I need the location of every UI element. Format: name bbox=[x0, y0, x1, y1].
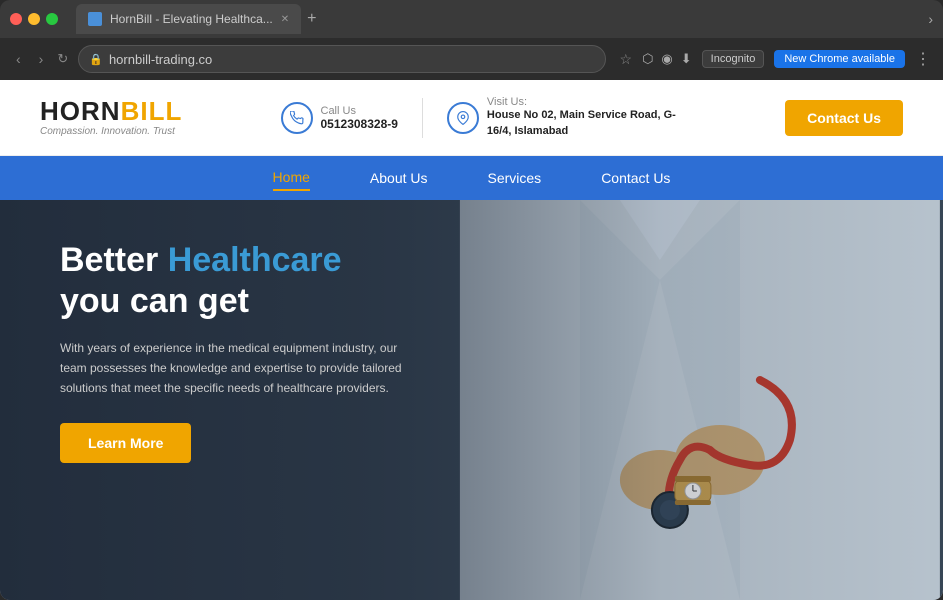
minimize-traffic-light[interactable] bbox=[28, 13, 40, 25]
refresh-button[interactable]: ↻ bbox=[57, 51, 68, 67]
window-control-chevron: › bbox=[928, 11, 933, 27]
contact-divider bbox=[422, 98, 423, 138]
incognito-badge: Incognito bbox=[702, 50, 765, 68]
tab-title: HornBill - Elevating Healthca... bbox=[110, 12, 273, 26]
nav-services[interactable]: Services bbox=[488, 166, 542, 190]
traffic-lights bbox=[10, 13, 58, 25]
hero-title-line2: you can get bbox=[60, 281, 440, 322]
extensions-icon[interactable]: ⬡ bbox=[642, 51, 653, 67]
back-button[interactable]: ‹ bbox=[12, 49, 25, 69]
site-header: HORNBILL Compassion. Innovation. Trust C… bbox=[0, 80, 943, 156]
visit-us-text: Visit Us: House No 02, Main Service Road… bbox=[487, 96, 687, 139]
nav-home[interactable]: Home bbox=[273, 165, 310, 191]
new-tab-button[interactable]: + bbox=[307, 10, 316, 28]
logo: HORNBILL bbox=[40, 98, 182, 124]
browser-menu-btn[interactable]: ⋮ bbox=[915, 49, 931, 69]
logo-tagline: Compassion. Innovation. Trust bbox=[40, 126, 182, 137]
hero-content: Better Healthcare you can get With years… bbox=[0, 200, 500, 503]
nav-contact[interactable]: Contact Us bbox=[601, 166, 670, 190]
browser-frame: HornBill - Elevating Healthca... ✕ + › ‹… bbox=[0, 0, 943, 600]
phone-icon bbox=[290, 111, 304, 125]
call-us-phone: 0512308328-9 bbox=[321, 117, 398, 131]
profile-icon[interactable]: ◉ bbox=[661, 51, 672, 67]
location-icon-circle bbox=[447, 102, 479, 134]
learn-more-button[interactable]: Learn More bbox=[60, 423, 191, 463]
visit-us-item: Visit Us: House No 02, Main Service Road… bbox=[447, 96, 687, 139]
tab-favicon bbox=[88, 12, 102, 26]
logo-horn: HORN bbox=[40, 96, 121, 126]
location-icon bbox=[456, 111, 470, 125]
hero-description: With years of experience in the medical … bbox=[60, 338, 420, 399]
call-us-text: Call Us 0512308328-9 bbox=[321, 105, 398, 131]
phone-icon-circle bbox=[281, 102, 313, 134]
contact-info: Call Us 0512308328-9 Visit Us: Hous bbox=[281, 96, 687, 139]
call-us-label: Call Us bbox=[321, 105, 398, 117]
hero-title-highlight: Healthcare bbox=[168, 241, 342, 279]
title-bar: HornBill - Elevating Healthca... ✕ + › bbox=[0, 0, 943, 38]
logo-bill: BILL bbox=[121, 96, 183, 126]
bookmark-icon[interactable]: ☆ bbox=[620, 51, 633, 68]
site-nav: Home About Us Services Contact Us bbox=[0, 156, 943, 200]
download-icon[interactable]: ⬇ bbox=[681, 51, 692, 67]
url-text: hornbill-trading.co bbox=[109, 52, 212, 67]
maximize-traffic-light[interactable] bbox=[46, 13, 58, 25]
tab-close-btn[interactable]: ✕ bbox=[281, 14, 289, 25]
close-traffic-light[interactable] bbox=[10, 13, 22, 25]
hero-section: Better Healthcare you can get With years… bbox=[0, 200, 943, 600]
website-content: HORNBILL Compassion. Innovation. Trust C… bbox=[0, 80, 943, 600]
call-us-item: Call Us 0512308328-9 bbox=[281, 102, 398, 134]
visit-us-address: House No 02, Main Service Road, G-16/4, … bbox=[487, 108, 687, 139]
browser-icons: ⬡ ◉ ⬇ bbox=[642, 51, 692, 67]
nav-about[interactable]: About Us bbox=[370, 166, 428, 190]
logo-area: HORNBILL Compassion. Innovation. Trust bbox=[40, 98, 182, 137]
url-bar[interactable]: 🔒 hornbill-trading.co bbox=[78, 45, 605, 73]
forward-button[interactable]: › bbox=[35, 49, 48, 69]
visit-us-label: Visit Us: bbox=[487, 96, 687, 108]
chrome-update-badge[interactable]: New Chrome available bbox=[774, 50, 905, 68]
tab-area: HornBill - Elevating Healthca... ✕ + bbox=[76, 4, 316, 34]
contact-us-button[interactable]: Contact Us bbox=[785, 100, 903, 136]
hero-title-line1: Better Healthcare bbox=[60, 240, 440, 281]
address-bar: ‹ › ↻ 🔒 hornbill-trading.co ☆ ⬡ ◉ ⬇ Inco… bbox=[0, 38, 943, 80]
lock-icon: 🔒 bbox=[89, 53, 103, 66]
hero-title-plain: Better bbox=[60, 241, 168, 279]
browser-tab[interactable]: HornBill - Elevating Healthca... ✕ bbox=[76, 4, 301, 34]
